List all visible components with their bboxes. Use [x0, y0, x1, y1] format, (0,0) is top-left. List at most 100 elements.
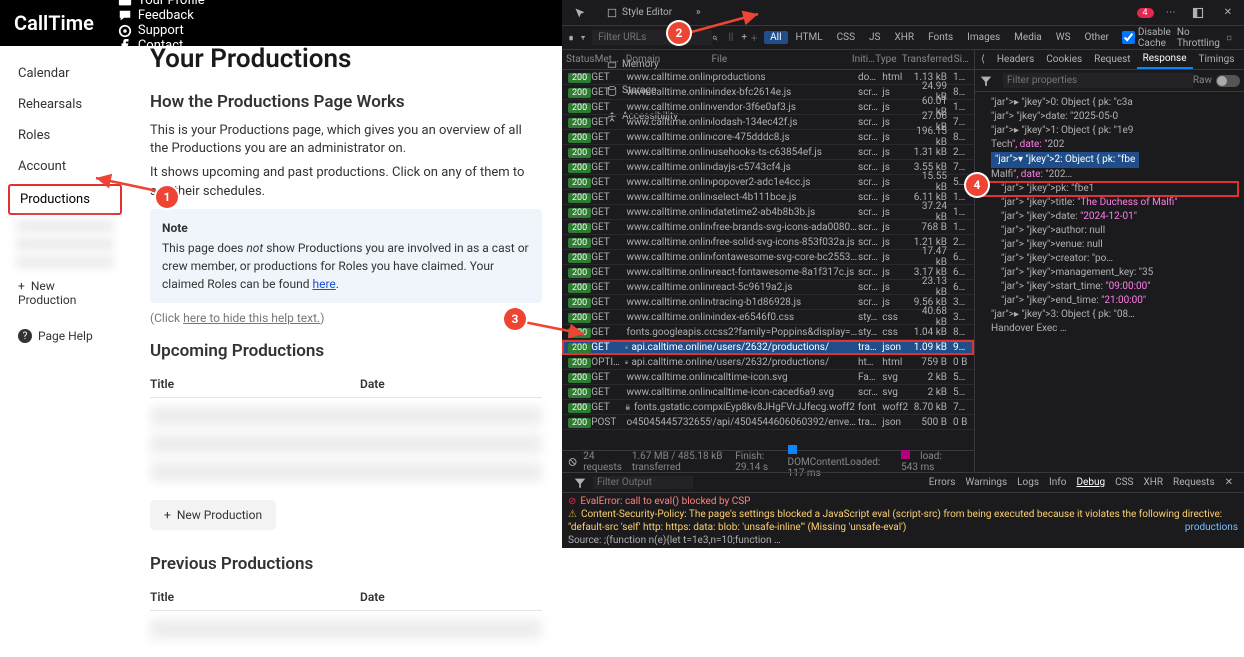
col-method[interactable]: Met…	[595, 54, 626, 65]
type-filter-images[interactable]: Images	[961, 31, 1006, 44]
topnav-your-profile[interactable]: Your Profile	[118, 0, 205, 8]
network-request-row[interactable]: 200GETwww.calltime.onlinecalltime-icon.s…	[562, 370, 974, 385]
new-production-link[interactable]: New Production	[8, 273, 122, 313]
json-property[interactable]: "jar">▾ "jkey">2: Object { pk: "fbe	[981, 152, 1238, 168]
col-size[interactable]: Si…	[954, 54, 974, 65]
console-filter-xhr[interactable]: XHR	[1143, 477, 1163, 488]
sidebar-item-rehearsals[interactable]: Rehearsals	[8, 91, 122, 118]
json-property[interactable]: Tech", date: "202	[981, 138, 1238, 152]
console-close-icon[interactable]: ✕	[1225, 477, 1233, 488]
type-filter-xhr[interactable]: XHR	[888, 31, 920, 44]
network-request-row[interactable]: 200GETwww.calltime.onlineindex-e6546f0.c…	[562, 310, 974, 325]
har-icon[interactable]	[1226, 31, 1232, 45]
json-property[interactable]: "jar">▸ "jkey">1: Object { pk: "1e9	[981, 124, 1238, 138]
col-status[interactable]: Status	[562, 54, 595, 65]
page-help-link[interactable]: Page Help	[8, 323, 122, 349]
close-devtools-icon[interactable]: ✕	[1216, 0, 1240, 26]
console-message[interactable]: EvalError: call to eval() blocked by CSP	[568, 495, 1238, 508]
network-request-row[interactable]: 200GETwww.calltime.onlinepopover2-adc1e4…	[562, 175, 974, 190]
network-request-row[interactable]: 200GETwww.calltime.onlinedatetime2-ab4b8…	[562, 205, 974, 220]
json-property[interactable]: "jar"> "jkey">venue: null	[981, 238, 1238, 252]
type-filter-css[interactable]: CSS	[831, 31, 861, 44]
previous-title: Previous Productions	[150, 554, 542, 574]
topnav-support[interactable]: Support	[118, 23, 205, 38]
filter-icon[interactable]	[979, 74, 993, 88]
network-request-row[interactable]: 200GETwww.calltime.onlinecore-475dddc8.j…	[562, 130, 974, 145]
network-request-row[interactable]: 200GETwww.calltime.onlinefree-brands-svg…	[562, 220, 974, 235]
console-filter-logs[interactable]: Logs	[1017, 477, 1039, 488]
trash-icon[interactable]	[568, 31, 574, 45]
sidebar-item-roles[interactable]: Roles	[8, 122, 122, 149]
col-type[interactable]: Type	[875, 54, 902, 65]
detail-tab-headers[interactable]: Headers	[991, 50, 1040, 69]
filter-icon[interactable]	[573, 476, 587, 490]
inspector-picker-icon[interactable]	[566, 0, 598, 26]
filter-output-input[interactable]	[593, 476, 693, 489]
col-domain[interactable]: Domain	[626, 54, 712, 65]
network-request-row[interactable]: 200POSTo4504544573265592.i…/api/45045446…	[562, 415, 974, 430]
type-filter-fonts[interactable]: Fonts	[922, 31, 959, 44]
raw-toggle[interactable]: Raw	[1193, 75, 1240, 87]
network-request-row[interactable]: 200GETwww.calltime.onlinecalltime-icon-c…	[562, 385, 974, 400]
dock-icon[interactable]	[1184, 0, 1216, 26]
network-request-row[interactable]: 200GETwww.calltime.onlinefontawesome-svg…	[562, 250, 974, 265]
json-property[interactable]: "jar"> "jkey">title: "The Duchess of Mal…	[981, 196, 1238, 210]
stop-icon[interactable]	[568, 455, 577, 469]
console-filter-errors[interactable]: Errors	[929, 477, 956, 488]
brand-logo[interactable]: CallTime	[14, 11, 94, 35]
col-file[interactable]: File	[712, 54, 852, 65]
console-filter-css[interactable]: CSS	[1115, 477, 1133, 488]
hide-help-link[interactable]: here to hide this help text.	[183, 311, 320, 325]
detail-tab-request[interactable]: Request	[1088, 50, 1136, 69]
note-here-link[interactable]: here	[312, 277, 335, 291]
json-property[interactable]: "jar">▸ "jkey">0: Object { pk: "c3a	[981, 96, 1238, 110]
json-property[interactable]: "jar"> "jkey">start_time: "09:00:00"	[981, 280, 1238, 294]
json-property[interactable]: "jar"> "jkey">creator: "po…	[981, 252, 1238, 266]
devtools-menu-icon[interactable]: ⋯	[1158, 0, 1184, 26]
sidebar-item-calendar[interactable]: Calendar	[8, 60, 122, 87]
json-property[interactable]: "jar"> "jkey">management_key: "35	[981, 266, 1238, 280]
type-filter-js[interactable]: JS	[863, 31, 886, 44]
page-title: Your Productions	[150, 46, 542, 74]
console-filter-info[interactable]: Info	[1049, 477, 1066, 488]
json-property[interactable]: "jar"> "jkey">pk: "fbe1	[981, 182, 1238, 196]
col-transferred[interactable]: Transferred	[902, 54, 954, 65]
json-property[interactable]: "jar"> "jkey">author: null	[981, 224, 1238, 238]
json-property[interactable]: "jar"> "jkey">date: "2024-12-01"	[981, 210, 1238, 224]
disable-cache-checkbox[interactable]: Disable Cache	[1122, 27, 1171, 49]
detail-tab-cookies[interactable]: Cookies	[1040, 50, 1088, 69]
type-filter-html[interactable]: HTML	[790, 31, 829, 44]
console-message[interactable]: Source: ;(function n(e){let t=1e3,n=10;f…	[568, 534, 1238, 547]
network-request-row[interactable]: 200GETfonts.googleapis.comcss2?family=Po…	[562, 325, 974, 340]
detail-tab-response[interactable]: Response	[1137, 50, 1193, 69]
new-production-button[interactable]: New Production	[150, 500, 276, 530]
type-filter-other[interactable]: Other	[1079, 31, 1115, 44]
close-detail-icon[interactable]: ⟨	[975, 50, 991, 69]
filter-properties-input[interactable]	[1003, 73, 1193, 88]
json-property[interactable]: "jar"> "jkey">date: "2025-05-0	[981, 110, 1238, 124]
json-property[interactable]: "jar">▸ "jkey">3: Object { pk: "08…	[981, 308, 1238, 322]
json-property[interactable]: Handover Exec …	[981, 322, 1238, 336]
json-property[interactable]: Malfi", date: "202…	[981, 168, 1238, 182]
console-filter-debug[interactable]: Debug	[1076, 477, 1105, 488]
network-toolbar: || + AllHTMLCSSJSXHRFontsImagesMediaWSOt…	[562, 26, 1244, 50]
detail-tab-timings[interactable]: Timings	[1193, 50, 1241, 69]
network-request-row[interactable]: 200GETapi.calltime.online/users/2632/pro…	[562, 340, 974, 355]
col-initiator[interactable]: Initi…	[852, 54, 875, 65]
console-filter-warnings[interactable]: Warnings	[965, 477, 1007, 488]
json-property[interactable]: "jar"> "jkey">end_time: "21:00:00"	[981, 294, 1238, 308]
network-request-row[interactable]: 200OPTI…api.calltime.online/users/2632/p…	[562, 355, 974, 370]
console-filter-requests[interactable]: Requests	[1173, 477, 1215, 488]
error-count-badge[interactable]: 4	[1137, 8, 1154, 18]
console-source-link[interactable]: productions	[1185, 521, 1238, 534]
network-request-row[interactable]: 200GETfonts.gstatic.compxiEyp8kv8JHgFVrJ…	[562, 400, 974, 415]
filter-icon[interactable]	[580, 31, 586, 45]
type-filter-media[interactable]: Media	[1008, 31, 1048, 44]
throttling-select[interactable]: No Throttling	[1177, 27, 1220, 49]
network-request-row[interactable]: 200GETwww.calltime.onlineusehooks-ts-c63…	[562, 145, 974, 160]
console-message[interactable]: Content-Security-Policy: The page's sett…	[568, 508, 1238, 534]
detail-tab-stack trac[interactable]: Stack Trac…	[1240, 50, 1244, 69]
network-request-row[interactable]: 200GETwww.calltime.onlinereact-5c9619a2.…	[562, 280, 974, 295]
type-filter-ws[interactable]: WS	[1050, 31, 1077, 44]
topnav-feedback[interactable]: Feedback	[118, 8, 205, 23]
